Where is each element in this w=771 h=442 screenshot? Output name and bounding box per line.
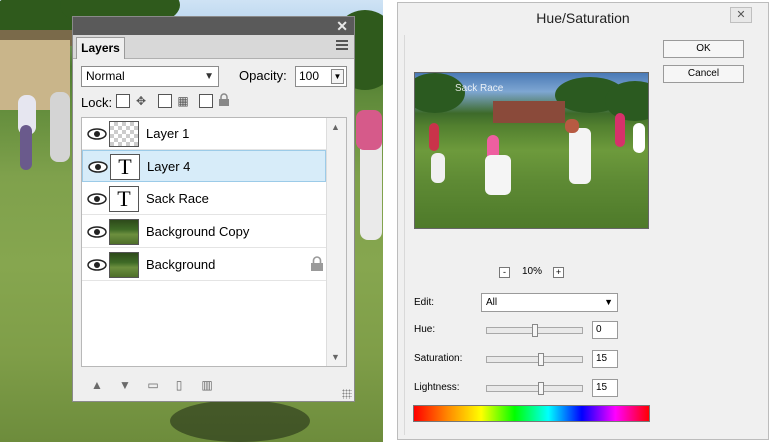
delete-layer-icon[interactable]: ▥ (199, 377, 215, 393)
hue-slider[interactable] (486, 324, 583, 337)
panel-menu-icon[interactable] (336, 40, 348, 52)
saturation-slider[interactable] (486, 353, 583, 366)
layers-panel: ✕ Layers Normal ▼ Opacity: 100 ▼ Lock: ✥… (72, 16, 355, 402)
eye-icon[interactable] (87, 226, 107, 238)
chevron-down-icon: ▼ (604, 297, 613, 307)
lightness-label: Lightness: (414, 382, 460, 393)
close-icon[interactable]: ✕ (730, 7, 752, 23)
panel-tab-row: Layers (73, 35, 354, 59)
lock-icon (311, 256, 323, 271)
layer-name: Sack Race (146, 191, 209, 206)
opacity-value: 100 (299, 69, 320, 83)
new-layer-icon[interactable]: ▯ (171, 377, 187, 393)
layer-thumbnail (109, 219, 139, 245)
chevron-down-icon: ▼ (204, 71, 214, 82)
panel-titlebar[interactable]: ✕ (73, 17, 354, 35)
color-spectrum-bar (413, 405, 650, 422)
lightness-slider-thumb[interactable] (538, 382, 544, 395)
edit-select[interactable]: All ▼ (481, 293, 618, 312)
opacity-field[interactable]: 100 ▼ (295, 66, 347, 87)
scroll-up-icon[interactable]: ▲ (331, 122, 340, 132)
resize-grip-icon[interactable] (342, 389, 352, 399)
layers-list: Layer 1 T Layer 4 T Sack Race Background… (81, 117, 347, 367)
hue-field[interactable]: 0 (592, 321, 618, 339)
eye-icon[interactable] (87, 193, 107, 205)
blend-mode-select[interactable]: Normal ▼ (81, 66, 219, 87)
hue-slider-thumb[interactable] (532, 324, 538, 337)
saturation-slider-thumb[interactable] (538, 353, 544, 366)
lock-icon (216, 93, 232, 109)
layer-row[interactable]: Background (82, 249, 326, 281)
lightness-slider[interactable] (486, 382, 583, 395)
preview-caption: Sack Race (455, 83, 504, 94)
new-group-icon[interactable]: ▭ (145, 377, 161, 393)
layer-name: Layer 1 (146, 126, 190, 141)
zoom-out-button[interactable]: - (499, 267, 510, 278)
lock-label: Lock: (81, 95, 113, 110)
divider (383, 0, 397, 442)
zoom-in-button[interactable]: + (553, 267, 564, 278)
layer-row[interactable]: Background Copy (82, 216, 326, 248)
scroll-down-icon[interactable]: ▼ (331, 352, 340, 362)
text-layer-icon: T (109, 186, 139, 212)
close-icon[interactable]: ✕ (336, 18, 348, 34)
move-down-icon[interactable]: ▼ (117, 377, 133, 393)
move-arrows-icon: ✥ (135, 94, 147, 108)
layers-scrollbar[interactable]: ▲ ▼ (326, 118, 346, 366)
cancel-button[interactable]: Cancel (663, 65, 744, 83)
checker-lock-icon: ▦ (177, 94, 189, 108)
dialog-title: Hue/Saturation (536, 10, 630, 26)
lock-pixels-checkbox[interactable] (158, 94, 172, 108)
layer-row[interactable]: Layer 1 (82, 118, 326, 150)
layer-name: Background (146, 257, 216, 272)
blend-mode-value: Normal (86, 69, 125, 83)
layer-row-selected[interactable]: T Layer 4 (82, 150, 326, 182)
text-layer-icon: T (110, 154, 140, 180)
lock-all-checkbox[interactable] (199, 94, 213, 108)
panel-footer: ▲ ▼ ▭ ▯ ▥ (81, 377, 347, 395)
hue-label: Hue: (414, 324, 436, 335)
lock-transparency-checkbox[interactable] (116, 94, 130, 108)
layer-name: Layer 4 (147, 159, 191, 174)
zoom-level: 10% (522, 266, 543, 277)
eye-icon[interactable] (87, 259, 107, 271)
lightness-field[interactable]: 15 (592, 379, 618, 397)
layer-name: Background Copy (146, 224, 250, 239)
saturation-label: Saturation: (414, 353, 463, 364)
layer-row[interactable]: T Sack Race (82, 183, 326, 215)
saturation-field[interactable]: 15 (592, 350, 618, 368)
edit-label: Edit: (414, 297, 435, 308)
chevron-down-icon[interactable]: ▼ (331, 69, 344, 84)
layer-thumbnail (109, 252, 139, 278)
eye-icon[interactable] (87, 128, 107, 140)
ok-button[interactable]: OK (663, 40, 744, 58)
tab-layers[interactable]: Layers (76, 37, 125, 59)
opacity-label: Opacity: (239, 68, 287, 83)
hue-saturation-dialog: Hue/Saturation ✕ Sack Race - 10% + Edit:… (397, 2, 769, 440)
layer-thumbnail (109, 121, 139, 147)
edit-value: All (486, 297, 498, 308)
move-up-icon[interactable]: ▲ (89, 377, 105, 393)
eye-icon[interactable] (88, 161, 108, 173)
preview-image: Sack Race (414, 72, 649, 229)
